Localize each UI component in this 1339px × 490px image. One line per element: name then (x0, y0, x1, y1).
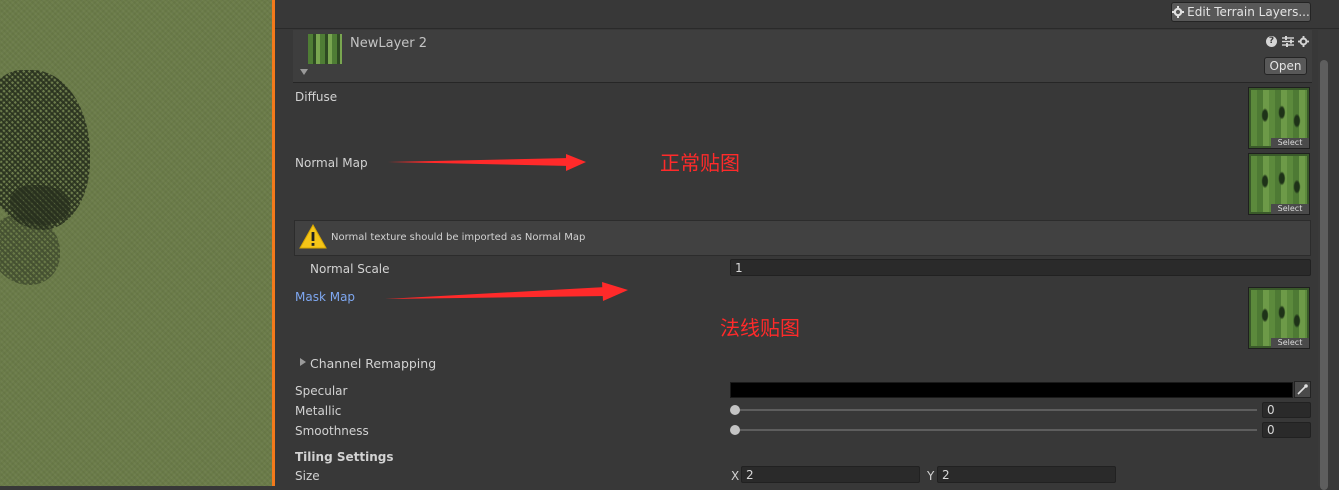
open-button[interactable]: Open (1264, 57, 1307, 75)
smoothness-slider-handle[interactable] (730, 425, 740, 435)
metallic-slider-track[interactable] (735, 409, 1257, 411)
smoothness-value-field[interactable]: 0 (1262, 422, 1311, 438)
normal-map-label: Normal Map (295, 156, 368, 170)
size-x-field[interactable]: 2 (741, 466, 920, 483)
eyedropper-icon (1297, 384, 1308, 395)
channel-remapping-foldout[interactable]: Channel Remapping (310, 356, 436, 371)
size-y-field[interactable]: 2 (937, 466, 1116, 483)
normal-map-select-button[interactable]: Select (1271, 204, 1309, 214)
tiling-settings-heading: Tiling Settings (295, 450, 394, 464)
size-label: Size (295, 469, 320, 483)
normal-map-texture-slot[interactable]: Select (1248, 153, 1310, 215)
normal-scale-field[interactable]: 1 (730, 259, 1311, 276)
scrollbar-thumb[interactable] (1320, 60, 1328, 490)
inspector-scrollbar[interactable] (1318, 30, 1330, 490)
mask-map-texture-slot[interactable]: Select (1248, 287, 1310, 349)
smoothness-slider-track[interactable] (735, 429, 1257, 431)
normal-map-annotation-arrow (388, 154, 586, 171)
specular-color-field[interactable] (730, 382, 1293, 398)
scene-view[interactable] (0, 0, 272, 486)
specular-label: Specular (295, 384, 348, 398)
foldout-arrow-icon[interactable] (299, 357, 307, 367)
warning-icon (299, 224, 327, 249)
help-icon[interactable]: ? (1266, 36, 1277, 47)
metallic-label: Metallic (295, 404, 342, 418)
layer-preview-icon (308, 34, 342, 64)
metallic-slider-handle[interactable] (730, 405, 740, 415)
preset-icon[interactable] (1282, 36, 1294, 47)
mask-map-annotation-text: 法线贴图 (720, 316, 800, 340)
mask-map-select-button[interactable]: Select (1271, 338, 1309, 348)
size-x-label: X (731, 469, 740, 483)
normal-scale-label: Normal Scale (310, 262, 390, 276)
diffuse-select-button[interactable]: Select (1271, 138, 1309, 148)
mask-map-annotation-arrow (385, 282, 628, 301)
smoothness-label: Smoothness (295, 424, 369, 438)
terrain-layer-header (293, 30, 1312, 83)
size-y-label: Y (927, 469, 935, 483)
foldout-arrow-icon[interactable] (299, 68, 309, 76)
settings-icon[interactable] (1298, 36, 1309, 47)
diffuse-label: Diffuse (295, 90, 338, 104)
edit-terrain-layers-button[interactable]: Edit Terrain Layers... (1171, 2, 1311, 22)
diffuse-texture-slot[interactable]: Select (1248, 87, 1310, 149)
mask-map-label: Mask Map (295, 290, 356, 304)
annotation-arrows (385, 154, 628, 301)
metallic-value-field[interactable]: 0 (1262, 402, 1311, 418)
normal-map-annotation-text: 正常贴图 (660, 151, 740, 175)
layer-name: NewLayer 2 (350, 36, 428, 51)
edit-terrain-layers-label: Edit Terrain Layers... (1187, 5, 1310, 19)
eyedropper-button[interactable] (1294, 381, 1311, 398)
gear-icon (1172, 6, 1185, 18)
